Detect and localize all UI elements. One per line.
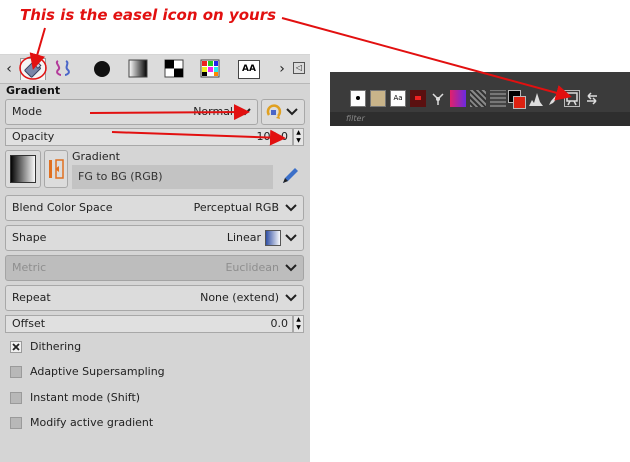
annotation-arrows: [19, 17, 572, 146]
